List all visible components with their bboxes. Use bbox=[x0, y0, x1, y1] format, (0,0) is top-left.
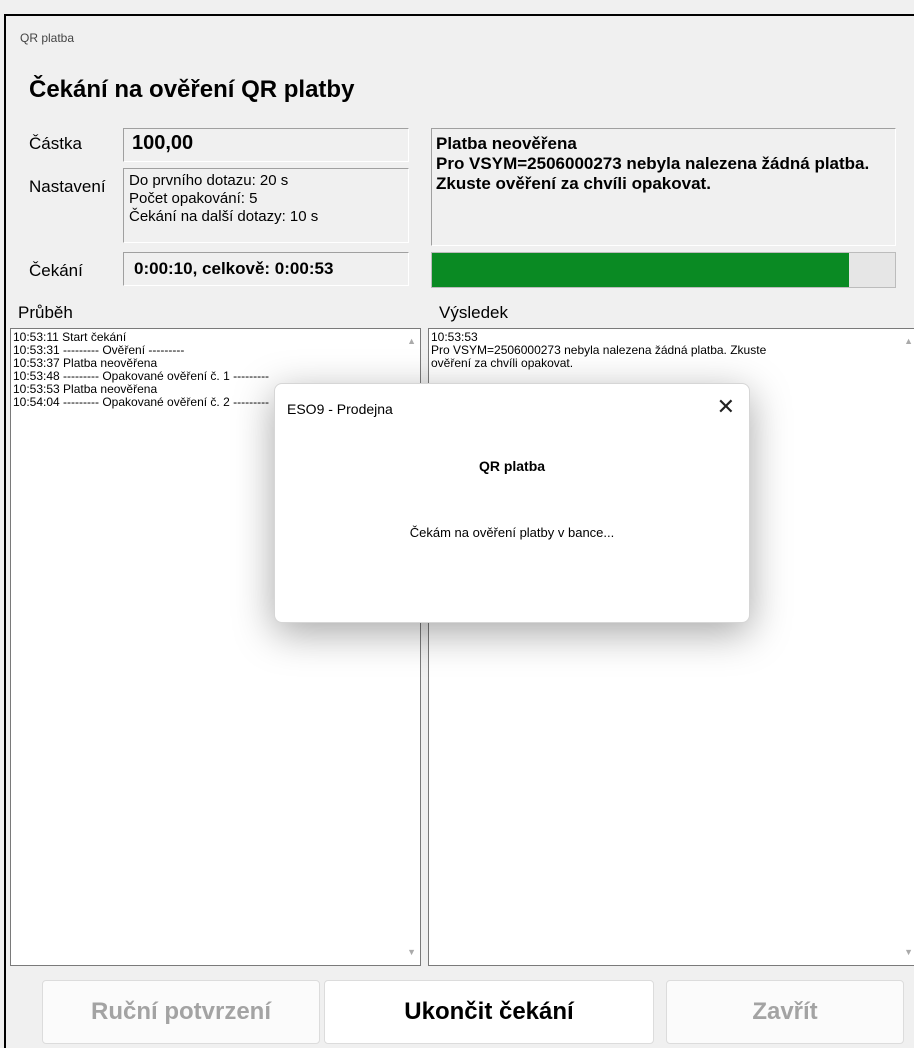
page-title: Čekání na ověření QR platby bbox=[29, 76, 355, 103]
scroll-up-icon[interactable]: ▲ bbox=[407, 335, 416, 348]
amount-value: 100,00 bbox=[123, 128, 409, 162]
stop-waiting-button[interactable]: Ukončit čekání bbox=[324, 980, 654, 1044]
status-box: Platba neověřena Pro VSYM=2506000273 neb… bbox=[431, 128, 896, 246]
dialog-message: Čekám na ověření platby v bance... bbox=[409, 525, 615, 540]
settings-line: Čekání na další dotazy: 10 s bbox=[129, 208, 319, 225]
scroll-up-icon[interactable]: ▲ bbox=[904, 335, 913, 348]
log-left-title: Průběh bbox=[18, 303, 73, 322]
close-button[interactable]: Zavřít bbox=[666, 980, 904, 1044]
status-message: Pro VSYM=2506000273 nebyla nalezena žádn… bbox=[436, 154, 870, 193]
wait-label: Čekání bbox=[29, 261, 83, 280]
info-dialog: ESO9 - Prodejna ✕ QR platba Čekám na ově… bbox=[274, 383, 750, 623]
settings-label: Nastavení bbox=[29, 177, 106, 196]
settings-box: Do prvního dotazu: 20 s Počet opakování:… bbox=[123, 168, 409, 243]
wait-value: 0:00:10, celkově: 0:00:53 bbox=[123, 252, 409, 286]
progress-bar bbox=[431, 252, 896, 288]
dialog-heading: QR platba bbox=[478, 458, 546, 474]
close-icon[interactable]: ✕ bbox=[717, 394, 735, 420]
scroll-down-icon[interactable]: ▼ bbox=[904, 946, 913, 959]
progress-fill bbox=[432, 253, 849, 287]
window-caption: QR platba bbox=[20, 31, 75, 45]
log-line: ověření za chvíli opakovat. bbox=[431, 356, 574, 370]
log-right-title: Výsledek bbox=[439, 303, 508, 322]
manual-confirm-button[interactable]: Ruční potvrzení bbox=[42, 980, 320, 1044]
amount-label: Částka bbox=[29, 134, 82, 153]
status-title: Platba neověřena bbox=[436, 134, 577, 153]
scroll-down-icon[interactable]: ▼ bbox=[407, 946, 416, 959]
settings-line: Do prvního dotazu: 20 s bbox=[129, 172, 289, 189]
settings-line: Počet opakování: 5 bbox=[129, 190, 258, 207]
dialog-title: ESO9 - Prodejna bbox=[287, 401, 393, 417]
